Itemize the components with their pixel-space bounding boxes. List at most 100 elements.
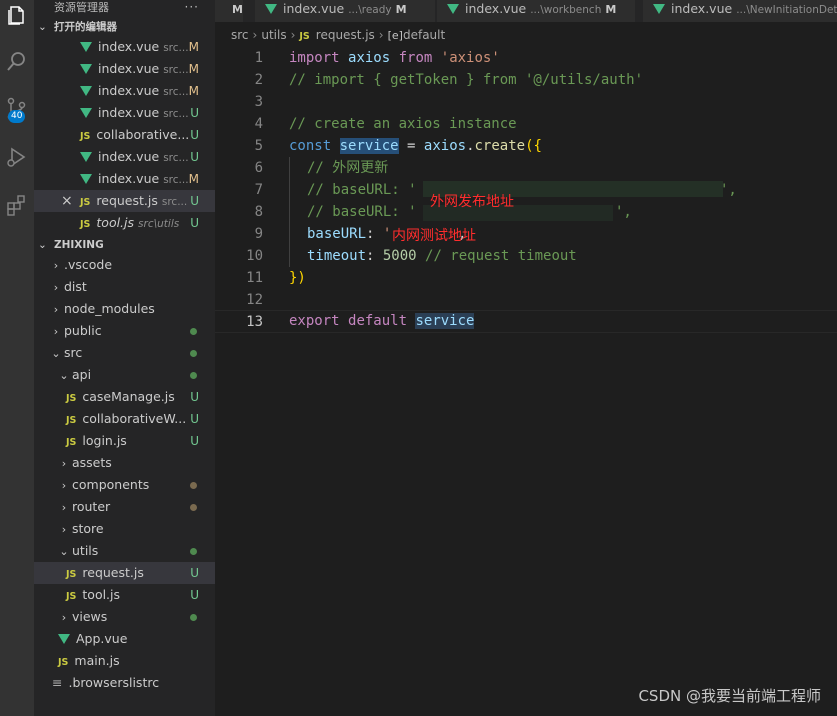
chevron-right-icon: › [61,479,67,492]
code-editor[interactable]: 1 2 3 4 5 6 7 8 9 10 11 12 13 import axios from 'axi… [215,47,837,716]
keyword-const: const [289,138,332,154]
tab-label: index.vue [671,1,733,16]
tree-folder[interactable]: › views [34,606,215,628]
keyword-export: export [289,313,340,329]
comment: // baseURL: ' [307,204,417,220]
tree-folder[interactable]: › store [34,518,215,540]
run-debug-icon[interactable] [0,142,34,172]
js-file-icon: JS [66,415,77,426]
search-icon[interactable] [0,46,34,76]
more-actions-button[interactable]: ··· [185,0,199,15]
vue-file-icon [80,173,92,184]
chevron-right-icon: › [61,457,67,470]
comment: // import { getToken } from '@/utils/aut… [289,72,644,88]
identifier: axios [348,50,391,66]
tab-description: ...\NewInitiationDetail [736,4,837,16]
tree-folder[interactable]: › .vscode [34,254,215,276]
js-file-icon: JS [58,657,69,668]
tree-folder[interactable]: ⌄ api [34,364,215,386]
open-editor-item[interactable]: JS tool.js src\utils U [34,212,215,234]
gutter-row: 12 [215,289,837,311]
vue-file-icon [653,3,665,14]
tab-index-newinitiation[interactable]: index.vue...\NewInitiationDetail [643,0,837,22]
tab-modified-indicator: M [605,3,617,16]
open-editor-item[interactable]: index.vue src... M [34,58,215,80]
git-status-badge: U [190,128,199,142]
chevron-right-icon: › [53,303,59,316]
identifier-highlighted: service [415,313,475,329]
tree-folder[interactable]: › components [34,474,215,496]
git-status-badge: M [188,84,199,98]
keyword-from: from [398,50,433,66]
tab-partial[interactable]: M [215,0,244,22]
open-editor-item[interactable]: × JS request.js src... U [34,190,215,212]
tree-item-label: login.js [82,433,127,448]
tab-index-workbench[interactable]: index.vue ...\workbench M [437,0,636,22]
tree-file[interactable]: JS main.js [34,650,215,672]
open-editor-item[interactable]: index.vue src... M [34,168,215,190]
tree-folder[interactable]: › router [34,496,215,518]
breadcrumb-symbol[interactable]: default [403,28,445,42]
project-header[interactable]: ⌄ ZHIXING [34,236,215,254]
breadcrumb-file[interactable]: request.js [316,28,375,42]
tree-folder[interactable]: › dist [34,276,215,298]
bracket: ({ [525,138,542,154]
tree-item-label: views [72,609,108,624]
tab-index-ready[interactable]: index.vue ...\ready M [255,0,436,22]
punctuation: . [466,138,475,154]
tree-folder[interactable]: › public [34,320,215,342]
tree-file[interactable]: JS caseManage.js U [34,386,215,408]
function-name: create [474,138,526,154]
tree-file[interactable]: JS collaborativeW... U [34,408,215,430]
explorer-title: 资源管理器 ··· [34,0,215,18]
git-status-badge: U [190,194,199,208]
extensions-icon[interactable] [0,190,34,220]
file-tree: › .vscode › dist › node_modules › public ⌄ src ⌄ ap… [34,254,215,694]
keyword-import: import [289,50,340,66]
open-editor-item[interactable]: index.vue src... M [34,36,215,58]
open-editor-item[interactable]: index.vue src... M [34,80,215,102]
open-editors-header[interactable]: ⌄ 打开的编辑器 [34,18,215,36]
tree-item-label: store [72,521,104,536]
tree-file[interactable]: JS request.js U [34,562,215,584]
tree-item-label: router [72,499,111,514]
tab-label: M [232,3,243,16]
vue-file-icon [80,107,92,118]
tree-file[interactable]: ≡ .browserslistrc [34,672,215,694]
tree-item-label: caseManage.js [82,389,175,404]
code-line: import axios from 'axios' [215,47,837,69]
tree-folder[interactable]: ⌄ utils [34,540,215,562]
code-line: timeout: 5000 // request timeout [215,245,837,267]
tree-item-label: assets [72,455,112,470]
chevron-right-icon: › [61,611,67,624]
tree-file[interactable]: JS login.js U [34,430,215,452]
code-line: // import { getToken } from '@/utils/aut… [215,69,837,91]
open-editor-item[interactable]: index.vue src... U [34,146,215,168]
open-editor-item[interactable]: JS collaborative... U [34,124,215,146]
gutter-row: 3 [215,91,837,113]
tree-file[interactable]: JS tool.js U [34,584,215,606]
tree-folder[interactable]: › node_modules [34,298,215,320]
tree-item-label: .vscode [64,257,113,272]
tree-folder[interactable]: ⌄ src [34,342,215,364]
tree-item-label: components [72,477,150,492]
open-editor-name: index.vue [98,149,160,164]
js-file-icon: JS [80,131,91,142]
git-status-badge: U [190,216,199,230]
chevron-down-icon: ⌄ [38,21,47,33]
tree-folder[interactable]: › assets [34,452,215,474]
watermark: CSDN @我要当前端工程师 [638,687,821,705]
tree-item-label: main.js [74,653,120,668]
tree-item-label: dist [64,279,87,294]
close-icon[interactable]: × [61,190,73,212]
explorer-icon[interactable] [0,0,34,30]
open-editor-item[interactable]: index.vue src... U [34,102,215,124]
tree-file[interactable]: App.vue [34,628,215,650]
code-line: }) [215,267,837,289]
open-editor-name: request.js [96,193,158,208]
breadcrumb-utils[interactable]: utils [261,28,286,42]
open-editor-name: collaborative... [96,127,190,142]
vue-file-icon [80,85,92,96]
chevron-right-icon: › [252,28,258,42]
breadcrumb-src[interactable]: src [231,28,249,42]
